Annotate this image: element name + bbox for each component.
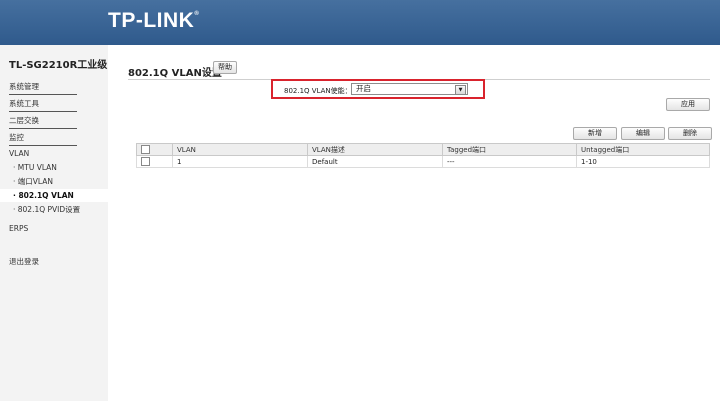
table-row[interactable]: 1 Default --- 1-10: [136, 155, 710, 168]
sidebar-item-system-management[interactable]: 系统管理: [9, 81, 77, 95]
vlan-enable-value: 开启: [356, 84, 371, 93]
page-title: 802.1Q VLAN设置: [128, 68, 222, 79]
vlan-enable-select[interactable]: 开启 ▼: [351, 83, 468, 95]
delete-vlan-button[interactable]: 删除: [668, 127, 712, 140]
cell-untagged-ports: 1-10: [576, 155, 710, 168]
logout-link[interactable]: 退出登录: [9, 256, 39, 267]
cell-vlan-id: 1: [172, 155, 308, 168]
sidebar-subitem-8021q-vlan[interactable]: · 802.1Q VLAN: [0, 189, 108, 202]
sidebar-item-system-tools[interactable]: 系统工具: [9, 98, 77, 112]
vlan-table: VLAN VLAN描述 Tagged端口 Untagged端口 1 Defaul…: [136, 143, 710, 168]
apply-button[interactable]: 应用: [666, 98, 710, 111]
main-content: 802.1Q VLAN设置 帮助 802.1Q VLAN使能： 开启 ▼ 应用 …: [108, 45, 720, 401]
sidebar-item-erps[interactable]: ERPS: [9, 224, 28, 233]
sidebar-subitem-8021q-pvid[interactable]: · 802.1Q PVID设置: [0, 203, 108, 216]
row-checkbox[interactable]: [141, 157, 150, 166]
device-model: TL-SG2210R工业级: [9, 60, 108, 71]
edit-vlan-button[interactable]: 编辑: [621, 127, 665, 140]
sidebar-item-vlan[interactable]: VLAN: [9, 149, 29, 158]
select-all-cell: [136, 143, 173, 156]
top-header: TP-LINK®: [0, 0, 720, 45]
col-tagged-ports: Tagged端口: [442, 143, 577, 156]
help-button[interactable]: 帮助: [213, 61, 237, 74]
sidebar: TL-SG2210R工业级 系统管理 系统工具 二层交换 监控 VLAN · M…: [0, 45, 108, 401]
sidebar-item-monitor[interactable]: 监控: [9, 132, 77, 146]
select-all-checkbox[interactable]: [141, 145, 150, 154]
sidebar-subitem-port-vlan[interactable]: · 端口VLAN: [0, 175, 108, 188]
col-vlan-desc: VLAN描述: [307, 143, 443, 156]
table-header-row: VLAN VLAN描述 Tagged端口 Untagged端口: [136, 143, 710, 156]
tp-link-logo: TP-LINK®: [108, 9, 200, 32]
vlan-enable-label: 802.1Q VLAN使能：: [284, 87, 352, 95]
add-vlan-button[interactable]: 新增: [573, 127, 617, 140]
col-untagged-ports: Untagged端口: [576, 143, 710, 156]
sidebar-item-layer2-switching[interactable]: 二层交换: [9, 115, 77, 129]
row-select-cell: [136, 155, 173, 168]
chevron-down-icon[interactable]: ▼: [455, 85, 466, 95]
cell-tagged-ports: ---: [442, 155, 577, 168]
col-vlan: VLAN: [172, 143, 308, 156]
sidebar-subitem-mtu-vlan[interactable]: · MTU VLAN: [0, 161, 108, 174]
cell-vlan-desc: Default: [307, 155, 443, 168]
